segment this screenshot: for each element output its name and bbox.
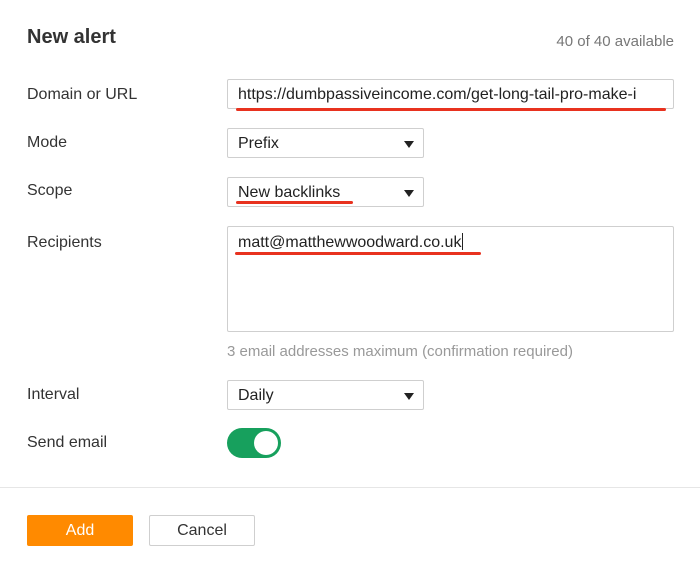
chevron-down-icon bbox=[404, 141, 414, 148]
recipients-textarea[interactable]: matt@matthewwoodward.co.uk bbox=[227, 226, 674, 332]
annotation-underline-scope bbox=[236, 201, 353, 204]
footer-divider bbox=[0, 487, 700, 488]
recipients-value: matt@matthewwoodward.co.uk bbox=[238, 234, 462, 251]
chevron-down-icon bbox=[404, 393, 414, 400]
annotation-underline-url bbox=[236, 108, 666, 111]
dialog-title: New alert bbox=[27, 26, 116, 48]
domain-url-value: https://dumbpassiveincome.com/get-long-t… bbox=[238, 86, 637, 103]
domain-label: Domain or URL bbox=[27, 86, 138, 103]
recipients-label: Recipients bbox=[27, 234, 102, 251]
mode-label: Mode bbox=[27, 134, 68, 151]
send-email-label: Send email bbox=[27, 434, 108, 451]
cancel-button[interactable]: Cancel bbox=[149, 515, 255, 546]
interval-selected-value: Daily bbox=[238, 387, 274, 404]
scope-selected-value: New backlinks bbox=[238, 184, 341, 201]
scope-label: Scope bbox=[27, 182, 73, 199]
send-email-toggle[interactable] bbox=[227, 428, 281, 458]
recipients-hint: 3 email addresses maximum (confirmation … bbox=[227, 343, 573, 360]
mode-selected-value: Prefix bbox=[238, 135, 279, 152]
domain-url-input[interactable]: https://dumbpassiveincome.com/get-long-t… bbox=[227, 79, 674, 109]
mode-select[interactable]: Prefix bbox=[227, 128, 424, 158]
interval-select[interactable]: Daily bbox=[227, 380, 424, 410]
alerts-available-count: 40 of 40 available bbox=[556, 33, 674, 50]
annotation-underline-recipients bbox=[235, 252, 481, 255]
toggle-knob bbox=[254, 431, 278, 455]
add-button[interactable]: Add bbox=[27, 515, 133, 546]
chevron-down-icon bbox=[404, 190, 414, 197]
interval-label: Interval bbox=[27, 386, 80, 403]
text-cursor bbox=[462, 233, 464, 250]
